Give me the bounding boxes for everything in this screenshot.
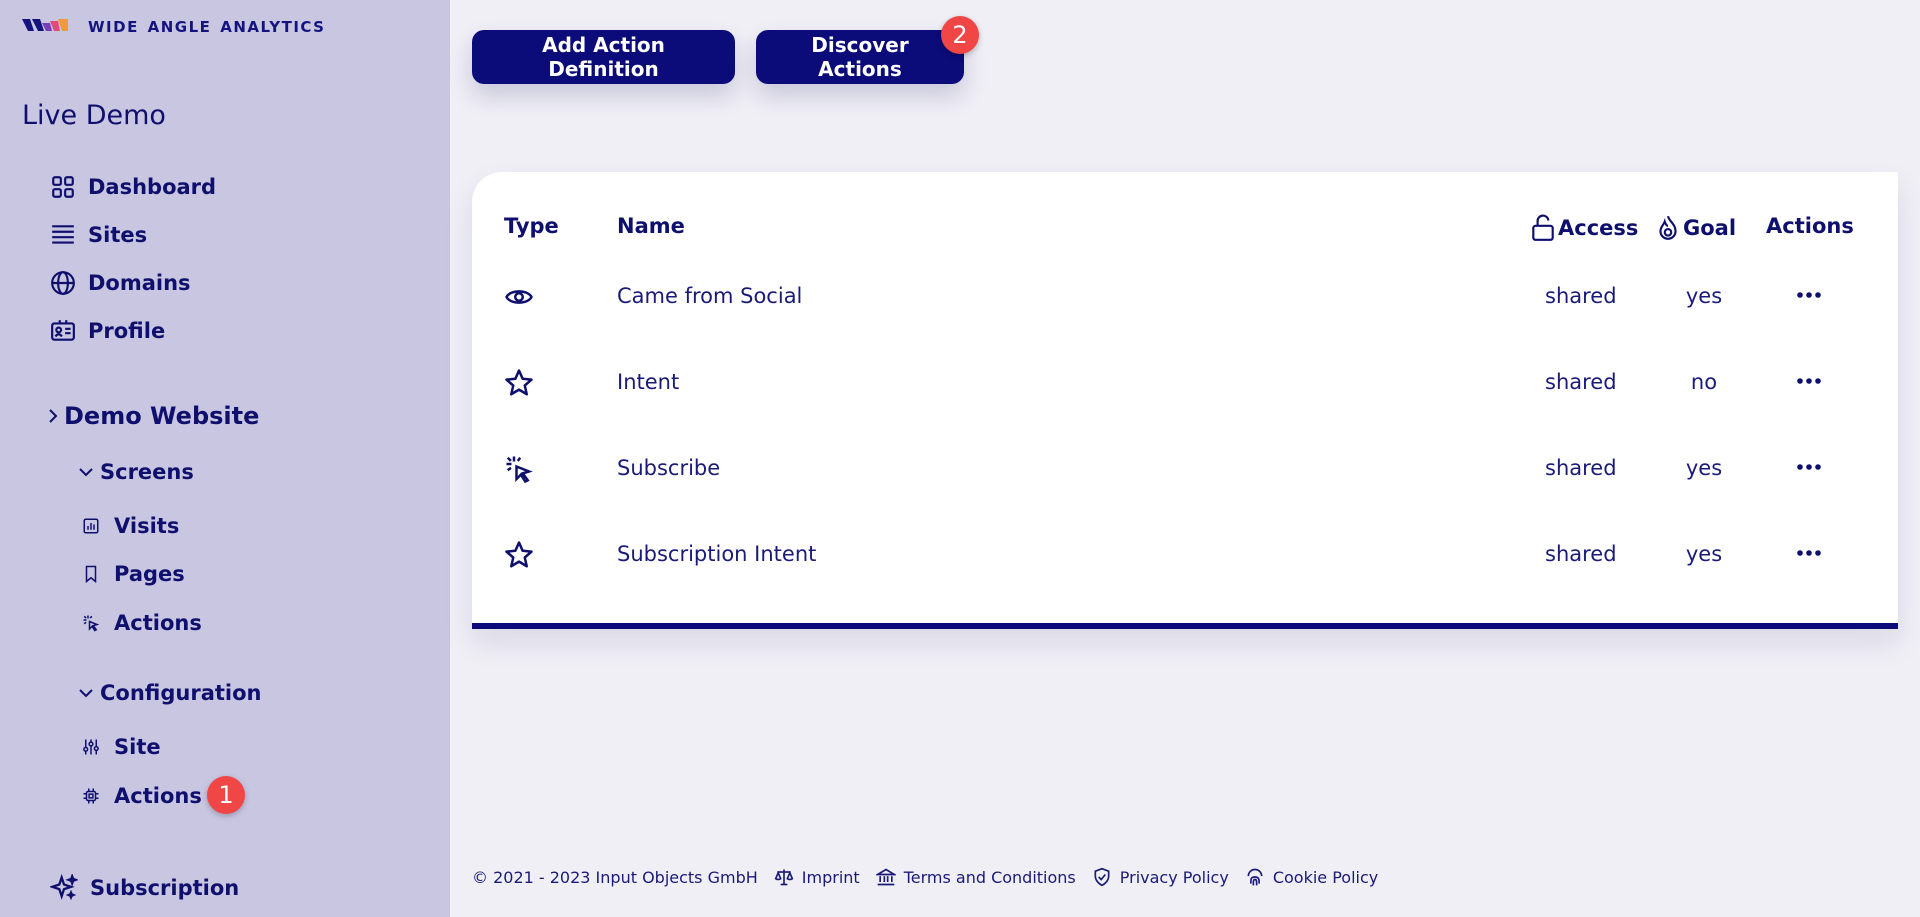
globe-icon [51,271,75,295]
sidebar-item-label: Dashboard [88,175,217,199]
sidebar-item-dashboard[interactable]: Dashboard [50,174,216,200]
sidebar-item-visits[interactable]: Visits [82,514,179,538]
sparkles-icon [50,874,78,901]
row-access: shared [1545,284,1617,308]
table-row[interactable]: Intent shared no [472,352,1898,412]
star-icon [505,369,533,396]
row-access: shared [1545,370,1617,394]
sidebar-item-label: Actions [114,784,202,808]
shield-check-icon [1094,867,1110,887]
column-header-access-label: Access [1558,216,1639,240]
flame-icon [1659,215,1677,240]
cookie-label: Cookie Policy [1272,867,1379,887]
row-goal: yes [1685,284,1723,308]
copyright: © 2021 - 2023 Input Objects GmbH [472,867,758,887]
grid-icon [52,176,74,198]
discover-actions-button[interactable]: Discover Actions [756,30,964,84]
more-options-icon[interactable] [1794,455,1824,479]
sidebar-website-toggle[interactable]: Demo Website [46,402,259,430]
sidebar-item-label: Site [114,735,161,759]
sidebar-website-label: Demo Website [64,402,260,430]
imprint-label: Imprint [801,867,860,887]
sidebar-item-label: Profile [88,319,166,343]
table-row[interactable]: Came from Social shared yes [472,266,1898,326]
imprint-link[interactable]: Imprint [774,867,860,887]
sidebar-screens-label: Screens [100,460,194,484]
unlock-icon [1532,214,1554,241]
sidebar-item-site-config[interactable]: Site [82,735,161,759]
sidebar-item-actions-config[interactable]: Actions [82,784,202,808]
table-row[interactable]: Subscription Intent shared yes [472,524,1898,584]
sidebar-item-profile[interactable]: Profile [50,318,165,344]
sidebar: wide angle analytics Live Demo Dashboard… [0,0,450,917]
row-name: Subscription Intent [617,542,817,566]
row-goal: no [1690,370,1718,394]
brand-name: wide angle analytics [88,13,326,37]
table-row[interactable]: Subscribe shared yes [472,438,1898,498]
terms-label: Terms and Conditions [903,867,1076,887]
cursor-click-icon [83,615,100,632]
sidebar-item-sites[interactable]: Sites [50,222,147,248]
chip-icon [83,788,99,804]
column-header-goal-label: Goal [1683,216,1737,240]
actions-table: Type Name Access Goal Actions Came from … [472,172,1898,629]
id-card-icon [51,320,75,341]
chevron-down-icon [79,468,93,477]
row-name: Subscribe [617,456,721,480]
star-icon [505,541,533,568]
sidebar-item-label: Domains [88,271,191,295]
add-action-definition-button[interactable]: Add Action Definition [472,30,735,84]
more-options-icon[interactable] [1794,283,1824,307]
more-options-icon[interactable] [1794,541,1824,565]
column-header-name: Name [617,214,685,238]
step-badge-1: 1 [207,776,245,814]
chart-icon [83,518,99,534]
sidebar-item-screen-actions[interactable]: Actions [82,611,202,635]
step-badge-2: 2 [941,16,979,54]
sidebar-item-domains[interactable]: Domains [50,270,191,296]
sidebar-screens-toggle[interactable]: Screens [78,460,194,484]
privacy-label: Privacy Policy [1119,867,1229,887]
logo-mark-icon [22,17,78,33]
column-header-goal: Goal [1655,214,1736,242]
sliders-icon [83,739,99,755]
row-access: shared [1545,542,1617,566]
cursor-click-icon [506,456,533,484]
fingerprint-icon [1247,868,1263,886]
sidebar-configuration-toggle[interactable]: Configuration [78,681,261,705]
site-title: Live Demo [22,100,166,131]
bookmark-icon [85,565,97,583]
eye-icon [505,290,533,304]
chevron-down-icon [79,689,93,698]
sidebar-configuration-label: Configuration [100,681,262,705]
cookie-link[interactable]: Cookie Policy [1245,867,1378,887]
row-name: Came from Social [617,284,803,308]
more-options-icon[interactable] [1794,369,1824,393]
column-header-access: Access [1530,214,1638,242]
row-goal: yes [1685,542,1723,566]
chevron-right-icon [49,409,58,423]
row-access: shared [1545,456,1617,480]
row-name: Intent [617,370,680,394]
column-header-type: Type [504,214,559,238]
privacy-link[interactable]: Privacy Policy [1092,867,1229,887]
footer: © 2021 - 2023 Input Objects GmbH Imprint… [472,867,1378,887]
sidebar-item-label: Sites [88,223,148,247]
sidebar-item-label: Visits [114,514,180,538]
sidebar-item-pages[interactable]: Pages [82,562,185,586]
sidebar-item-subscription[interactable]: Subscription [50,874,239,902]
brand-logo[interactable]: wide angle analytics [22,13,326,37]
list-icon [52,225,74,244]
row-goal: yes [1685,456,1723,480]
sidebar-item-label: Actions [114,611,202,635]
terms-link[interactable]: Terms and Conditions [875,867,1076,887]
sidebar-item-label: Subscription [90,876,240,900]
column-header-actions: Actions [1766,214,1854,238]
sidebar-item-label: Pages [114,562,185,586]
scales-icon [774,869,794,886]
building-icon [875,868,896,886]
